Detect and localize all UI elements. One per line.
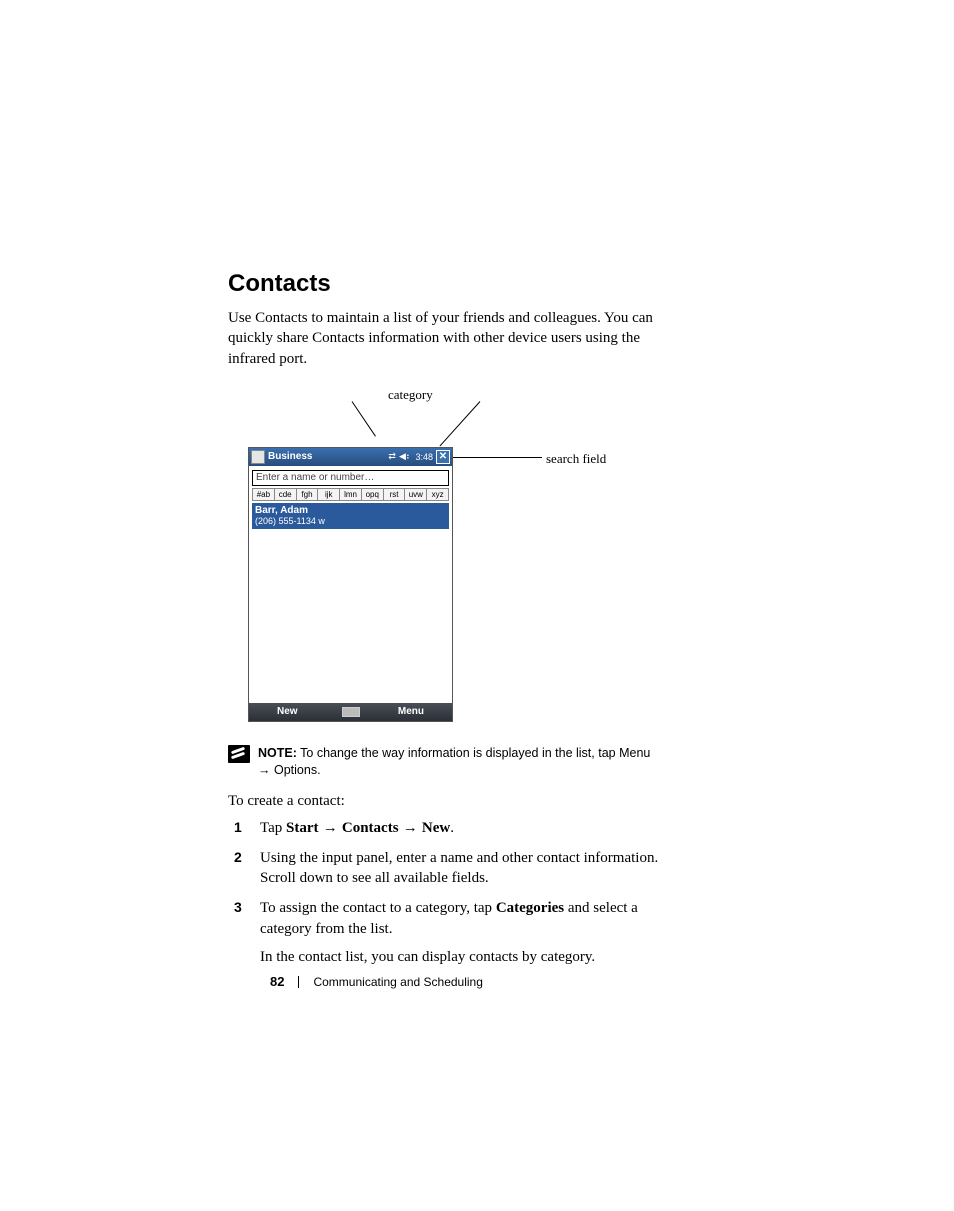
contact-name: Barr, Adam xyxy=(255,505,446,516)
alpha-tab[interactable]: lmn xyxy=(339,488,361,501)
close-icon[interactable]: ✕ xyxy=(436,450,450,464)
steps-list: Tap Start → Contacts → New. Using the in… xyxy=(228,818,794,978)
alpha-tab[interactable]: #ab xyxy=(252,488,274,501)
contact-row-selected[interactable]: Barr, Adam (206) 555-1134 w xyxy=(252,503,449,529)
contact-phone: (206) 555-1134 w xyxy=(255,516,446,526)
device-softkey-bar: New Menu xyxy=(249,703,452,721)
section-heading: Contacts xyxy=(228,270,794,298)
volume-icon: ◀⠆ xyxy=(399,451,413,462)
callout-category: category xyxy=(388,387,433,403)
step-2: Using the input panel, enter a name and … xyxy=(228,848,668,899)
step-1: Tap Start → Contacts → New. xyxy=(228,818,668,848)
clock-time: 3:48 xyxy=(415,452,433,462)
search-input[interactable]: Enter a name or number… xyxy=(252,470,449,486)
softkey-new[interactable]: New xyxy=(277,706,298,717)
alpha-tab[interactable]: uvw xyxy=(404,488,426,501)
start-flag-icon[interactable] xyxy=(251,450,265,464)
footer-separator xyxy=(298,976,299,988)
device-titlebar: Business ⇄ ◀⠆ 3:48 ✕ xyxy=(249,448,452,466)
alpha-tab[interactable]: fgh xyxy=(296,488,318,501)
connectivity-icon: ⇄ xyxy=(388,451,396,462)
footer-section: Communicating and Scheduling xyxy=(313,975,482,989)
alpha-tab[interactable]: rst xyxy=(383,488,405,501)
intro-paragraph: Use Contacts to maintain a list of your … xyxy=(228,308,658,369)
page-number: 82 xyxy=(270,974,284,989)
contact-list-area[interactable] xyxy=(252,529,449,697)
step-3: To assign the contact to a category, tap… xyxy=(228,898,668,977)
leader-line xyxy=(439,401,480,446)
softkey-menu[interactable]: Menu xyxy=(398,706,424,717)
note-text: NOTE: To change the way information is d… xyxy=(258,745,658,779)
page-footer: 82 Communicating and Scheduling xyxy=(270,974,483,989)
figure: category search field Business ⇄ ◀⠆ 3:48… xyxy=(248,387,748,727)
note-icon xyxy=(228,745,250,763)
device-screenshot: Business ⇄ ◀⠆ 3:48 ✕ Enter a name or num… xyxy=(248,447,453,722)
category-dropdown[interactable]: Business xyxy=(268,451,312,462)
leader-line xyxy=(352,401,376,436)
step-3-sub: In the contact list, you can display con… xyxy=(260,947,668,967)
alpha-tab[interactable]: opq xyxy=(361,488,383,501)
callout-search-field: search field xyxy=(546,451,606,467)
keyboard-icon[interactable] xyxy=(342,707,360,717)
alpha-tab[interactable]: ijk xyxy=(317,488,339,501)
note-block: NOTE: To change the way information is d… xyxy=(228,745,658,779)
alpha-tab[interactable]: cde xyxy=(274,488,296,501)
alpha-tab[interactable]: xyz xyxy=(426,488,449,501)
create-contact-label: To create a contact: xyxy=(228,793,794,810)
alpha-index[interactable]: #ab cde fgh ijk lmn opq rst uvw xyz xyxy=(252,488,449,501)
